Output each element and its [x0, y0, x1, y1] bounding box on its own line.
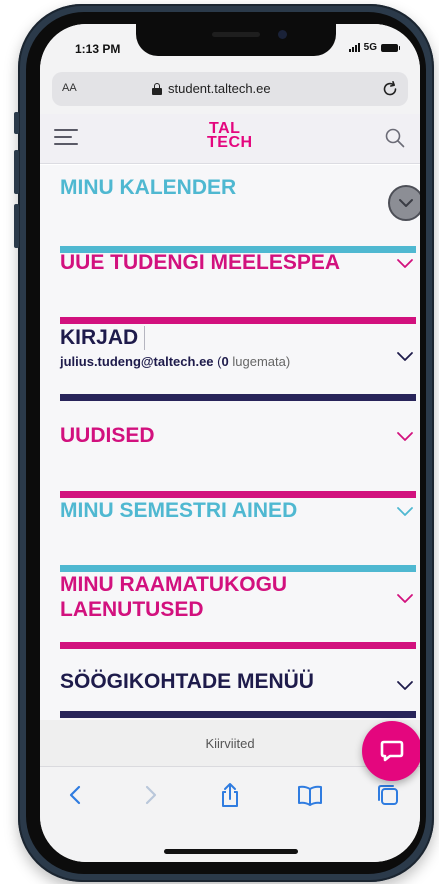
lock-icon — [152, 82, 162, 95]
chevron-down-icon[interactable] — [396, 254, 414, 272]
section-kirjad[interactable]: KIRJAD julius.tudeng@taltech.ee (0 lugem… — [60, 325, 416, 425]
email-address: julius.tudeng@taltech.ee — [60, 354, 214, 370]
section-title: UUE TUDENGI MEELESPEA — [60, 251, 341, 274]
section-title: KIRJAD — [60, 325, 416, 351]
section-minu-kalender[interactable]: MINU KALENDER — [60, 175, 420, 255]
chat-bubble-icon — [380, 740, 404, 762]
address-bar[interactable]: AA student.taltech.ee — [52, 72, 408, 106]
back-arrow-icon[interactable] — [62, 781, 90, 809]
notch — [136, 24, 336, 56]
url-display[interactable]: student.taltech.ee — [152, 81, 271, 96]
section-divider — [60, 317, 416, 324]
phone-volume-up-button — [14, 150, 19, 194]
dashboard-content: MINU KALENDER UUE TUDENGI MEELESPEA KIRJ… — [40, 165, 420, 720]
section-minu-semestri-ained[interactable]: MINU SEMESTRI AINED — [60, 498, 416, 578]
status-time: 1:13 PM — [75, 42, 121, 56]
network-label: 5G — [363, 42, 377, 53]
phone-screen: 1:13 PM 5G AA student.taltech.ee TAL TEC… — [40, 24, 420, 862]
section-divider — [60, 394, 416, 401]
taltech-logo[interactable]: TAL TECH — [207, 121, 267, 151]
chevron-down-icon[interactable] — [396, 676, 414, 694]
site-header: TAL TECH — [40, 114, 420, 164]
section-divider — [60, 711, 416, 718]
text-caret — [144, 326, 146, 351]
status-indicators: 5G — [348, 42, 400, 53]
unread-count: 0 — [221, 354, 229, 370]
section-minu-raamatukogu-laenutused[interactable]: MINU RAAMATUKOGU LAENUTUSED — [60, 572, 416, 672]
search-icon[interactable] — [384, 127, 406, 149]
collapse-button[interactable] — [388, 185, 420, 221]
phone-volume-down-button — [14, 204, 19, 248]
home-indicator[interactable] — [164, 849, 298, 854]
chevron-down-icon[interactable] — [396, 427, 414, 445]
section-title: UUDISED — [60, 424, 155, 447]
section-title-line-1: MINU RAAMATUKOGU — [60, 573, 288, 596]
section-title: MINU SEMESTRI AINED — [60, 499, 298, 522]
bookmarks-icon[interactable] — [296, 781, 324, 809]
logo-line-2: TECH — [207, 134, 253, 151]
section-divider — [60, 642, 416, 649]
unread-label: lugemata) — [232, 354, 291, 370]
browser-toolbar — [40, 766, 420, 862]
battery-icon — [381, 43, 400, 52]
chat-button[interactable] — [362, 721, 420, 781]
chevron-down-icon[interactable] — [396, 589, 414, 607]
hamburger-menu-icon[interactable] — [54, 129, 78, 149]
phone-side-button — [14, 112, 19, 134]
section-title-text: KIRJAD — [60, 326, 139, 349]
chevron-down-icon[interactable] — [396, 347, 414, 365]
tabs-icon[interactable] — [374, 781, 402, 809]
chevron-down-icon[interactable] — [396, 502, 414, 520]
section-soogikohtade-menuu[interactable]: SÖÖGIKOHTADE MENÜÜ — [60, 669, 416, 720]
section-title: MINU RAAMATUKOGU LAENUTUSED — [60, 572, 416, 622]
signal-icon — [348, 43, 360, 52]
front-camera — [278, 30, 287, 39]
browser-address-area: AA student.taltech.ee — [40, 68, 420, 114]
section-title: MINU KALENDER — [60, 176, 237, 199]
forward-arrow-icon[interactable] — [136, 781, 164, 809]
reload-icon[interactable] — [380, 79, 400, 99]
section-title-line-2: LAENUTUSED — [60, 598, 204, 621]
section-divider — [60, 491, 416, 498]
section-uue-tudengi-meelespea[interactable]: UUE TUDENGI MEELESPEA — [60, 250, 416, 330]
url-text: student.taltech.ee — [168, 81, 271, 96]
section-uudised[interactable]: UUDISED — [60, 423, 416, 503]
share-icon[interactable] — [216, 781, 244, 809]
speaker-grille — [212, 32, 260, 37]
email-summary: julius.tudeng@taltech.ee (0 lugemata) — [60, 354, 416, 369]
section-title: SÖÖGIKOHTADE MENÜÜ — [60, 670, 314, 693]
section-divider — [60, 565, 416, 572]
text-size-button[interactable]: AA — [62, 82, 77, 94]
